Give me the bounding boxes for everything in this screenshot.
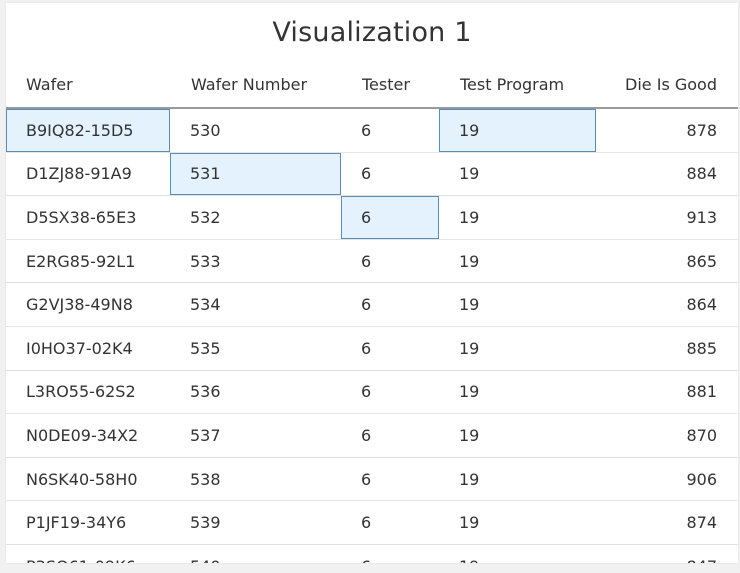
table-cell-wafer[interactable]: I0HO37-02K4 (6, 327, 170, 370)
table-cell-wafer[interactable]: E2RG85-92L1 (6, 240, 170, 283)
table-cell-test-program[interactable]: 19 (439, 501, 596, 544)
table-cell-test-program[interactable]: 19 (439, 240, 596, 283)
table-row[interactable]: P3SQ61-09K6 540 6 19 847 (6, 545, 738, 563)
table-cell-tester[interactable]: 6 (341, 371, 439, 414)
table-cell-wafer-number[interactable]: 532 (170, 196, 341, 239)
table-cell-wafer[interactable]: D1ZJ88-91A9 (6, 153, 170, 196)
table-cell-wafer[interactable]: N0DE09-34X2 (6, 414, 170, 457)
table-row[interactable]: P1JF19-34Y6 539 6 19 874 (6, 501, 738, 545)
column-header-tester[interactable]: Tester (362, 63, 410, 107)
table-row[interactable]: I0HO37-02K4 535 6 19 885 (6, 327, 738, 371)
table-cell-wafer-number[interactable]: 535 (170, 327, 341, 370)
table-row[interactable]: D1ZJ88-91A9 531 6 19 884 (6, 152, 738, 197)
visualization-panel: Visualization 1 Wafer Wafer Number Teste… (6, 3, 738, 563)
table-cell-wafer[interactable]: G2VJ38-49N8 (6, 283, 170, 326)
table-cell-tester[interactable]: 6 (341, 109, 439, 152)
table-cell-wafer-number[interactable]: 538 (170, 458, 341, 501)
table-cell-test-program[interactable]: 19 (439, 327, 596, 370)
table-cell-tester[interactable]: 6 (341, 458, 439, 501)
table-cell-wafer[interactable]: P1JF19-34Y6 (6, 501, 170, 544)
table-cell-wafer-number[interactable]: 537 (170, 414, 341, 457)
table-row[interactable]: G2VJ38-49N8 534 6 19 864 (6, 283, 738, 327)
table-cell-wafer[interactable]: P3SQ61-09K6 (6, 545, 170, 563)
table-cell-wafer[interactable]: D5SX38-65E3 (6, 196, 170, 239)
table-cell-die-is-good[interactable]: 878 (596, 109, 738, 152)
table-cell-wafer-number[interactable]: 536 (170, 371, 341, 414)
table-body: B9IQ82-15D5 530 6 19 878 D1ZJ88-91A9 531… (6, 109, 738, 563)
table-cell-die-is-good[interactable]: 870 (596, 414, 738, 457)
table-cell-die-is-good[interactable]: 865 (596, 240, 738, 283)
table-cell-tester[interactable]: 6 (341, 501, 439, 544)
table-row[interactable]: L3RO55-62S2 536 6 19 881 (6, 371, 738, 415)
column-header-wafer-number[interactable]: Wafer Number (191, 63, 307, 107)
table-cell-test-program[interactable]: 19 (439, 283, 596, 326)
table-cell-wafer-number[interactable]: 530 (170, 109, 341, 152)
table-cell-wafer[interactable]: L3RO55-62S2 (6, 371, 170, 414)
table-cell-wafer-number[interactable]: 540 (170, 545, 341, 563)
table-row[interactable]: B9IQ82-15D5 530 6 19 878 (6, 109, 738, 153)
table-cell-die-is-good[interactable]: 906 (596, 458, 738, 501)
table-cell-die-is-good[interactable]: 884 (596, 153, 738, 196)
table-cell-die-is-good[interactable]: 847 (596, 545, 738, 563)
table-cell-test-program[interactable]: 19 (439, 414, 596, 457)
table-cell-die-is-good[interactable]: 885 (596, 327, 738, 370)
table-cell-test-program[interactable]: 19 (439, 153, 596, 196)
column-header-wafer[interactable]: Wafer (26, 63, 73, 107)
table-cell-die-is-good[interactable]: 913 (596, 196, 738, 239)
table-cell-wafer[interactable]: B9IQ82-15D5 (6, 109, 170, 152)
table-cell-wafer-number[interactable]: 539 (170, 501, 341, 544)
table-cell-tester[interactable]: 6 (341, 240, 439, 283)
table-cell-die-is-good[interactable]: 864 (596, 283, 738, 326)
table-cell-wafer-number[interactable]: 531 (170, 152, 341, 196)
table-cell-test-program[interactable]: 19 (439, 458, 596, 501)
table-cell-wafer-number[interactable]: 533 (170, 240, 341, 283)
table-cell-test-program[interactable]: 19 (439, 196, 596, 239)
table-row[interactable]: N6SK40-58H0 538 6 19 906 (6, 458, 738, 502)
column-header-test-program[interactable]: Test Program (460, 63, 564, 107)
table-row[interactable]: N0DE09-34X2 537 6 19 870 (6, 414, 738, 458)
table-row[interactable]: E2RG85-92L1 533 6 19 865 (6, 240, 738, 284)
table-cell-die-is-good[interactable]: 881 (596, 371, 738, 414)
visualization-title: Visualization 1 (272, 17, 472, 48)
table-row[interactable]: D5SX38-65E3 532 6 19 913 (6, 196, 738, 240)
table-cell-test-program[interactable]: 19 (439, 371, 596, 414)
table-cell-tester[interactable]: 6 (341, 283, 439, 326)
table-cell-test-program[interactable]: 19 (439, 545, 596, 563)
table-cell-die-is-good[interactable]: 874 (596, 501, 738, 544)
table-header: Wafer Wafer Number Tester Test Program D… (6, 63, 738, 109)
table-cell-tester[interactable]: 6 (341, 153, 439, 196)
table-cell-wafer[interactable]: N6SK40-58H0 (6, 458, 170, 501)
table-cell-tester[interactable]: 6 (341, 414, 439, 457)
table-cell-tester[interactable]: 6 (341, 196, 439, 239)
table-cell-wafer-number[interactable]: 534 (170, 283, 341, 326)
table-cell-test-program[interactable]: 19 (439, 109, 596, 152)
table-cell-tester[interactable]: 6 (341, 327, 439, 370)
table-cell-tester[interactable]: 6 (341, 545, 439, 563)
column-header-die-is-good[interactable]: Die Is Good (625, 63, 717, 107)
